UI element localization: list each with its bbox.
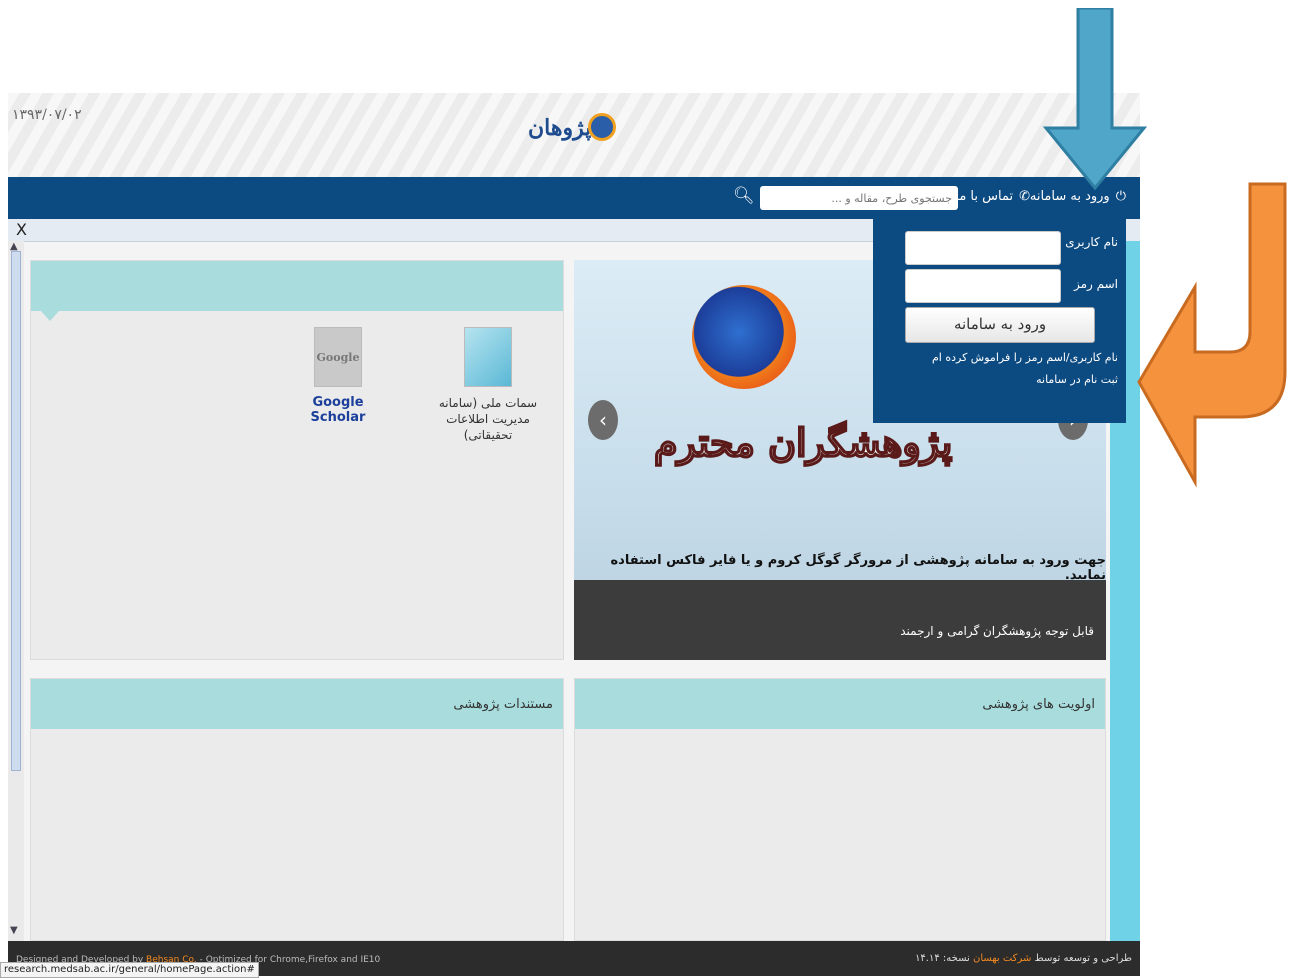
slide-subtitle: جهت ورود به سامانه پژوهشی از مرورگر گوگل… — [610, 553, 1106, 583]
app-google-scholar[interactable]: Google Google Scholar — [283, 327, 393, 425]
app-google-scholar-label: Google Scholar — [310, 395, 366, 425]
gear-logo-icon — [588, 113, 616, 141]
footer-credits-fa: طراحی و توسعه توسط شرکت بهسان نسخه: ۱۴.۱… — [915, 953, 1132, 964]
slider-caption: قابل توجه پژوهشگران گرامی و ارجمند — [900, 624, 1094, 638]
username-label: نام کاربری — [1065, 235, 1118, 249]
research-documents-panel: مستندات پژوهشی — [30, 678, 564, 941]
search-icon[interactable]: 🔍︎ — [733, 186, 755, 206]
header-date: ۱۳۹۳/۰۷/۰۲ — [12, 107, 82, 123]
footer-right-brand-link[interactable]: شرکت بهسان — [973, 953, 1031, 964]
close-icon[interactable]: X — [16, 220, 27, 239]
orange-curved-arrow-icon — [1137, 182, 1287, 488]
username-field[interactable] — [905, 231, 1061, 265]
slider-prev-button[interactable]: ‹ — [588, 400, 618, 440]
nav-login-label: ورود به سامانه — [1029, 189, 1110, 204]
apps-panel: سمات ملی (سامانه مدیریت اطلاعات تحقیقاتی… — [30, 260, 564, 660]
firefox-logo-icon — [692, 285, 796, 389]
footer-right-prefix: طراحی و توسعه توسط — [1031, 953, 1132, 964]
login-submit-button[interactable]: ورود به سامانه — [905, 307, 1095, 343]
scrollbar-thumb[interactable] — [11, 251, 21, 771]
password-field[interactable] — [905, 269, 1061, 303]
password-label: اسم رمز — [1073, 277, 1118, 291]
phone-icon: ✆ — [1019, 189, 1030, 204]
research-priorities-panel: اولویت های پژوهشی — [574, 678, 1106, 941]
slider-caption-bar: قابل توجه پژوهشگران گرامی و ارجمند — [574, 580, 1106, 660]
samat-icon — [464, 327, 512, 387]
site-logo[interactable]: پژوهان — [518, 105, 628, 157]
nav-contact-label: تماس با ما — [955, 189, 1014, 204]
vertical-scrollbar[interactable]: ▲ ▼ — [8, 241, 24, 941]
app-samat-label: سمات ملی (سامانه مدیریت اطلاعات تحقیقاتی… — [438, 396, 538, 442]
login-dropdown: نام کاربری اسم رمز ورود به سامانه نام کا… — [873, 219, 1126, 423]
priorities-panel-title: اولویت های پژوهشی — [982, 697, 1095, 712]
slide-title: پژوهشگران محترم — [653, 419, 953, 466]
logo-text: پژوهان — [528, 115, 592, 141]
priorities-panel-header: اولویت های پژوهشی — [575, 679, 1105, 729]
nav-contact-link[interactable]: ✆ تماس با ما — [955, 189, 1030, 204]
forgot-password-link[interactable]: نام کاربری/اسم رمز را فراموش کرده ام — [932, 351, 1118, 364]
site-header: ۱۳۹۳/۰۷/۰۲ پژوهان — [8, 93, 1140, 177]
nav-login-link[interactable]: ⏻ ورود به سامانه — [1030, 189, 1126, 204]
login-icon: ⏻ — [1115, 189, 1126, 204]
search-input[interactable] — [760, 186, 958, 210]
documents-panel-header: مستندات پژوهشی — [31, 679, 563, 729]
google-icon: Google — [314, 327, 362, 387]
page: ۱۳۹۳/۰۷/۰۲ پژوهان ⏻ ورود به سامانه ✆ تما… — [8, 93, 1140, 976]
app-samat[interactable]: سمات ملی (سامانه مدیریت اطلاعات تحقیقاتی… — [423, 327, 553, 443]
main-navbar: ⏻ ورود به سامانه ✆ تماس با ما ☻ ▾ 🔍︎ — [8, 177, 1140, 219]
scroll-down-icon[interactable]: ▼ — [10, 925, 18, 936]
panel-notch — [41, 311, 59, 321]
documents-panel-title: مستندات پژوهشی — [453, 697, 553, 712]
register-link[interactable]: ثبت نام در سامانه — [1036, 373, 1118, 386]
blue-down-arrow-icon — [1042, 8, 1148, 190]
footer-version: نسخه: ۱۴.۱۴ — [915, 953, 973, 964]
apps-panel-header — [31, 261, 563, 311]
